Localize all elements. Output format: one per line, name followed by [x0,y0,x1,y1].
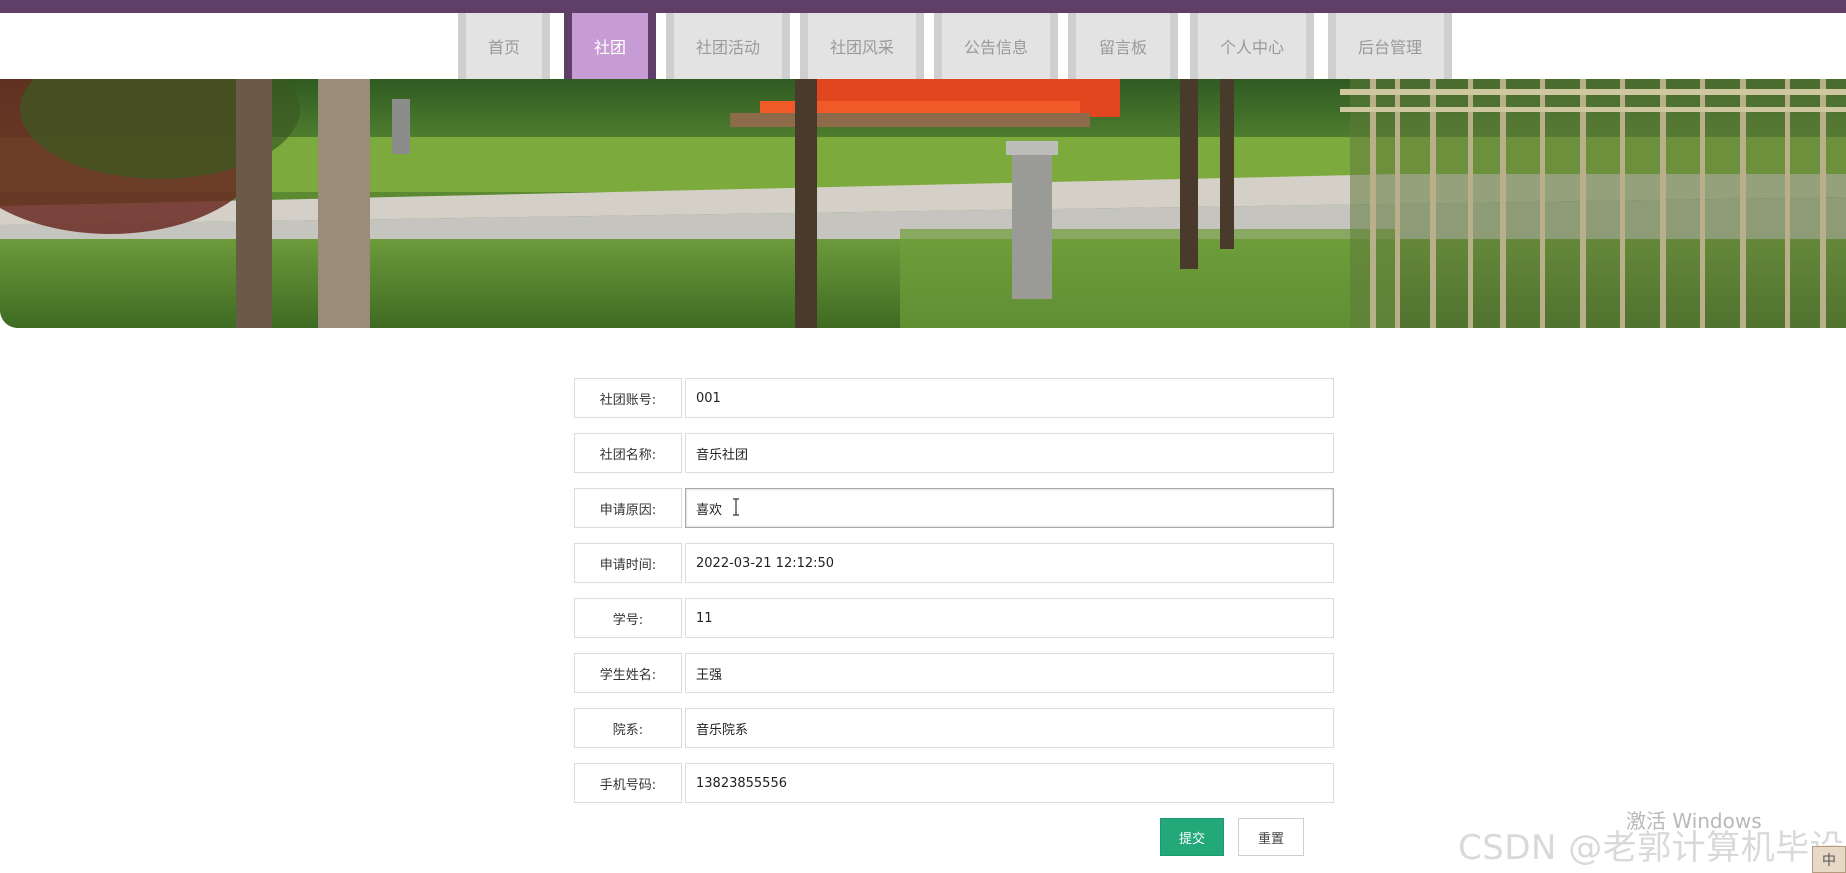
department-label: 院系: [574,708,682,748]
form-row-department: 院系: [574,708,1334,748]
ime-indicator[interactable]: 中 [1812,846,1846,873]
form-row-phone-number: 手机号码: [574,763,1334,803]
phone-number-input[interactable] [685,763,1334,803]
department-input[interactable] [685,708,1334,748]
club-name-label: 社团名称: [574,433,682,473]
main-nav: 首页 社团 社团活动 社团风采 公告信息 留言板 个人中心 后台管理 [0,13,1846,79]
nav-item-home[interactable]: 首页 [458,13,550,79]
nav-item-club-style[interactable]: 社团风采 [800,13,924,79]
application-time-input[interactable] [685,543,1334,583]
reset-button[interactable]: 重置 [1238,818,1304,856]
nav-item-club[interactable]: 社团 [564,13,656,79]
form-row-application-time: 申请时间: [574,543,1334,583]
club-account-label: 社团账号: [574,378,682,418]
application-reason-label: 申请原因: [574,488,682,528]
nav-item-personal-center[interactable]: 个人中心 [1190,13,1314,79]
form-row-student-name: 学生姓名: [574,653,1334,693]
nav-item-club-activities[interactable]: 社团活动 [666,13,790,79]
student-id-label: 学号: [574,598,682,638]
application-reason-input[interactable] [685,488,1334,528]
club-account-input[interactable] [685,378,1334,418]
form-row-club-account: 社团账号: [574,378,1334,418]
nav-item-message-board[interactable]: 留言板 [1068,13,1178,79]
application-time-label: 申请时间: [574,543,682,583]
form-row-student-id: 学号: [574,598,1334,638]
form-row-club-name: 社团名称: [574,433,1334,473]
student-name-label: 学生姓名: [574,653,682,693]
nav-item-announcements[interactable]: 公告信息 [934,13,1058,79]
nav-item-admin[interactable]: 后台管理 [1328,13,1452,79]
csdn-watermark: CSDN @老郭计算机毕设 [1458,828,1845,868]
campus-banner-image [0,79,1846,328]
submit-button[interactable]: 提交 [1160,818,1224,856]
student-id-input[interactable] [685,598,1334,638]
phone-number-label: 手机号码: [574,763,682,803]
club-name-input[interactable] [685,433,1334,473]
top-strip [0,0,1846,13]
student-name-input[interactable] [685,653,1334,693]
form-row-application-reason: 申请原因: [574,488,1334,528]
